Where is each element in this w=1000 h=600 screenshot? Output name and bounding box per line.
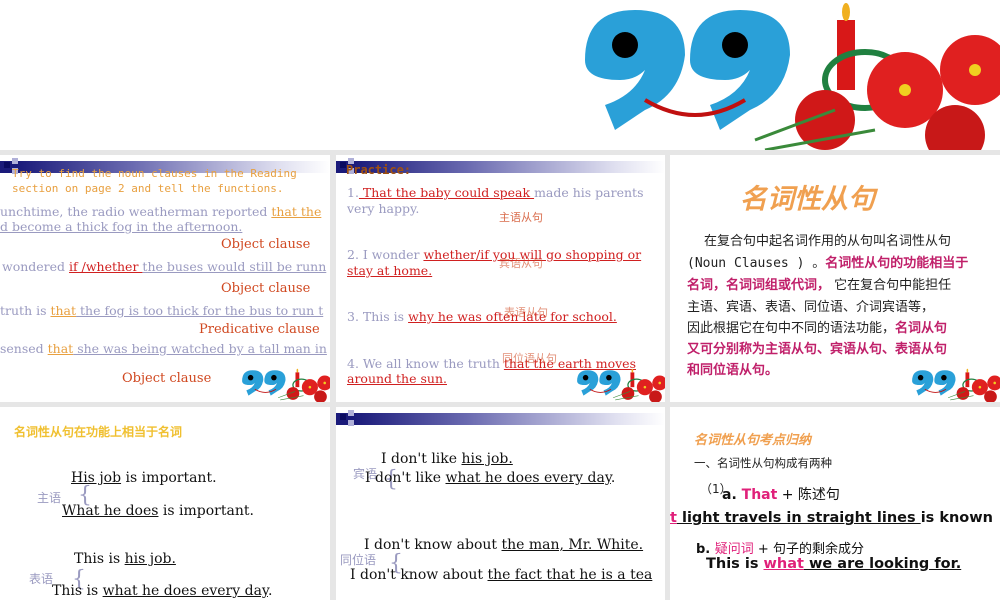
slide-thumbnail-4[interactable]: 名词性从句在功能上相当于名词 His job is important. 主语 …: [0, 407, 330, 600]
logo-29-icon: [575, 0, 1000, 150]
slide-title: section on page 2 and tell the functions…: [12, 182, 284, 195]
practice-1-cont: very happy.: [347, 201, 420, 216]
sentence-1-cont: d become a thick fog in the afternoon.: [0, 219, 243, 234]
example-a: t light travels in straight lines is kno…: [670, 510, 993, 526]
body-text: 名词，名词词组或代词， 它在复合句中能担任: [687, 278, 952, 293]
example-3: This is his job.: [74, 551, 176, 567]
rule-b: b. 疑问词 + 句子的剩余成分: [696, 542, 864, 557]
function-label: 同位语: [340, 553, 377, 567]
practice-4-cont: around the sun.: [347, 371, 447, 386]
practice-2-cont: stay at home.: [347, 263, 433, 278]
body-text: 因此根据它在句中不同的语法功能，名词从句: [687, 321, 948, 336]
practice-1: 1. That the baby could speak made his pa…: [347, 185, 644, 200]
slide-title: 名词性从句考点归纳: [694, 433, 812, 448]
function-label: Object clause: [221, 281, 311, 296]
example-1: I don't like his job.: [381, 451, 513, 467]
slide-title: Try to find the noun clauses in the Read…: [12, 167, 297, 180]
example-4: This is what he does every day.: [52, 583, 273, 599]
function-label: Predicative clause: [199, 322, 320, 337]
slide-thumbnail-1[interactable]: Try to find the noun clauses in the Read…: [0, 155, 330, 402]
example-1: His job is important.: [71, 470, 217, 486]
sentence-4: sensed that she was being watched by a t…: [0, 341, 327, 356]
logo-29-icon: [911, 368, 1000, 402]
answer-label: 表语从句: [504, 306, 548, 319]
header-bar: [336, 413, 665, 425]
slide-title: Practice:: [346, 163, 412, 177]
slide-thumbnail-2[interactable]: Practice: 1. That the baby could speak m…: [336, 155, 665, 402]
body-text: 主语、宾语、表语、同位语、介词宾语等，: [687, 300, 935, 315]
body-text: 又可分别称为主语从句、宾语从句、表语从句: [687, 342, 948, 357]
function-label: Object clause: [122, 371, 212, 386]
logo-29-icon: [576, 368, 665, 402]
slide-title: 名词性从句: [740, 184, 875, 215]
example-3: I don't know about the man, Mr. White.: [364, 537, 644, 553]
function-label: Object clause: [221, 237, 311, 252]
slide-thumbnail-3[interactable]: 名词性从句 在复合句中起名词作用的从句叫名词性从句 (Noun Clauses …: [670, 155, 1000, 402]
example-4: I don't know about the fact that he is a…: [350, 567, 653, 583]
function-label: 表语: [29, 572, 54, 586]
sentence-1: unchtime, the radio weatherman reported …: [0, 204, 322, 219]
answer-label: 宾语从句: [499, 257, 543, 270]
sentence-2: wondered if /whether the buses would sti…: [2, 259, 327, 274]
body-text: 在复合句中起名词作用的从句叫名词性从句: [704, 234, 952, 249]
body-text: 和同位语从句。: [687, 363, 779, 378]
answer-label: 主语从句: [499, 211, 543, 224]
rule-a: a. That + 陈述句: [722, 487, 840, 503]
function-label: 主语: [37, 491, 62, 505]
section-heading: 一、名词性从句构成有两种: [694, 456, 832, 470]
example-2: What he does is important.: [62, 503, 254, 519]
banner: [0, 0, 1000, 150]
practice-2: 2. I wonder whether/if you will go shopp…: [347, 247, 642, 262]
slide-title: 名词性从句在功能上相当于名词: [14, 425, 183, 439]
logo-29-icon: [241, 368, 330, 402]
sentence-3: truth is that the fog is too thick for t…: [0, 303, 324, 318]
practice-3: 3. This is why he was often late for sch…: [347, 309, 617, 324]
body-text: (Noun Clauses ) 。名词性从句的功能相当于: [687, 256, 969, 271]
answer-label: 同位语从句: [502, 352, 557, 365]
example-b: This is what we are looking for.: [706, 556, 962, 572]
example-2: I don't like what he does every day.: [365, 470, 616, 486]
slide-thumbnail-5[interactable]: I don't like his job. 宾语 { I don't like …: [336, 407, 665, 600]
slide-thumbnail-6[interactable]: 名词性从句考点归纳 一、名词性从句构成有两种 （1） a. That + 陈述句…: [670, 407, 1000, 600]
